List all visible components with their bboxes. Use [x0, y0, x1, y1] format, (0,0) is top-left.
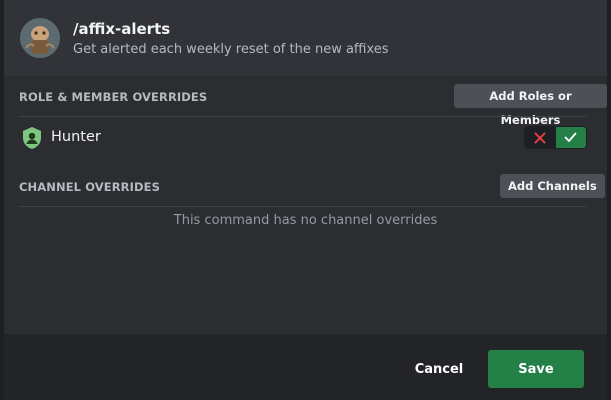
cancel-button[interactable]: Cancel — [408, 352, 470, 386]
role-overrides-heading: ROLE & MEMBER OVERRIDES — [19, 90, 208, 104]
command-permissions-modal: /affix-alerts Get alerted each weekly re… — [4, 0, 607, 400]
permission-toggle — [524, 126, 587, 149]
deny-button[interactable] — [525, 127, 556, 148]
divider — [19, 206, 587, 207]
add-roles-or-members-button[interactable]: Add Roles or Members — [454, 84, 607, 127]
channel-overrides-empty-text: This command has no channel overrides — [173, 213, 438, 228]
close-icon — [534, 132, 546, 143]
avatar-image — [20, 18, 60, 58]
modal-header: /affix-alerts Get alerted each weekly re… — [4, 0, 607, 76]
command-avatar — [20, 18, 60, 58]
save-button[interactable]: Save — [488, 350, 584, 388]
role-name: Hunter — [51, 129, 101, 145]
check-icon — [564, 132, 577, 142]
command-description: Get alerted each weekly reset of the new… — [73, 42, 389, 57]
add-channels-button[interactable]: Add Channels — [500, 174, 605, 198]
command-name: /affix-alerts — [73, 20, 171, 38]
role-shield-icon — [23, 127, 41, 149]
divider — [19, 116, 587, 117]
channel-overrides-heading: CHANNEL OVERRIDES — [19, 180, 160, 194]
allow-button[interactable] — [555, 127, 586, 148]
